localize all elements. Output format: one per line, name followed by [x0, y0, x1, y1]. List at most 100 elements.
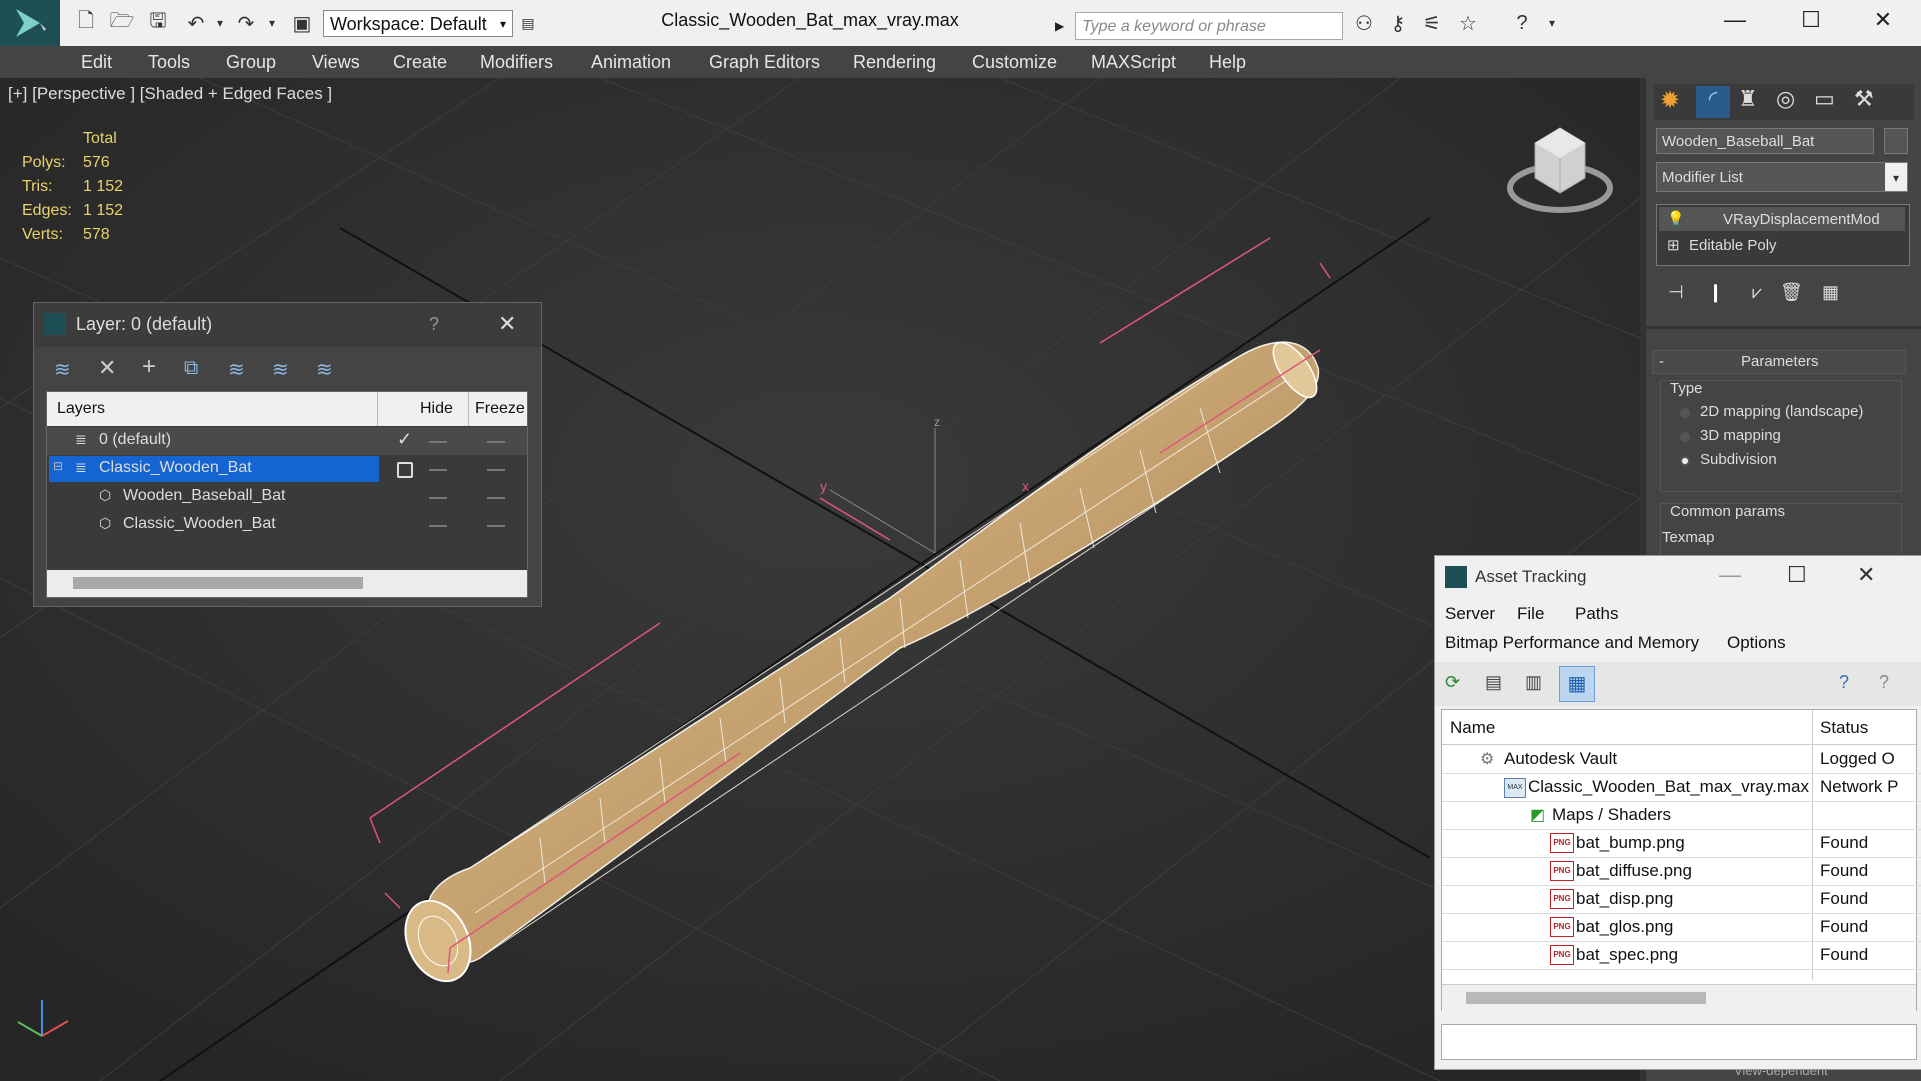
menu-group[interactable]: Group — [226, 46, 276, 78]
create-tab-icon[interactable]: ✹ — [1660, 86, 1680, 115]
scrollbar-thumb[interactable] — [1466, 992, 1706, 1004]
radio-subdivision[interactable] — [1680, 456, 1690, 466]
set-current-layer-checkbox[interactable] — [397, 462, 413, 478]
undo-dropdown-icon[interactable]: ▾ — [206, 9, 234, 37]
stack-item[interactable]: 💡 VRayDisplacementMod — [1659, 207, 1905, 231]
add-to-layer-icon[interactable]: + — [142, 353, 156, 381]
hide-toggle[interactable] — [429, 525, 447, 527]
help-button[interactable]: ? — [429, 314, 439, 335]
menu-paths[interactable]: Paths — [1575, 604, 1618, 624]
minimize-button[interactable]: — — [1700, 0, 1770, 40]
menu-bitmap-performance[interactable]: Bitmap Performance and Memory — [1445, 633, 1699, 653]
table-row[interactable]: ⚙ Autodesk Vault Logged O — [1442, 745, 1921, 774]
maximize-button[interactable]: ☐ — [1787, 562, 1807, 588]
new-file-icon[interactable]: 🗋 — [72, 9, 100, 37]
close-button[interactable]: ✕ — [1848, 0, 1918, 40]
column-freeze[interactable]: Freeze — [475, 400, 525, 418]
menu-file[interactable]: File — [1517, 604, 1544, 624]
collapse-icon[interactable]: ⊟ — [53, 459, 63, 473]
object-name-field[interactable]: Wooden_Baseball_Bat — [1656, 128, 1874, 154]
context-help-icon[interactable]: ? — [1879, 672, 1889, 693]
hide-toggle[interactable] — [429, 469, 447, 471]
workspace-selector[interactable]: Workspace: Default ▾ — [323, 10, 513, 37]
table-row[interactable]: ⬡ Classic_Wooden_Bat — [47, 511, 527, 539]
freeze-toggle[interactable] — [487, 441, 505, 443]
menu-server[interactable]: Server — [1445, 604, 1495, 624]
horizontal-scrollbar[interactable] — [1442, 984, 1916, 1011]
horizontal-scrollbar[interactable] — [47, 570, 527, 597]
expand-icon[interactable]: ⊞ — [1667, 236, 1680, 254]
menu-customize[interactable]: Customize — [972, 46, 1057, 78]
pin-stack-icon[interactable]: ⊣ — [1668, 282, 1684, 303]
project-folder-icon[interactable]: ▣ — [288, 9, 316, 37]
app-logo-button[interactable] — [0, 0, 60, 46]
menu-animation[interactable]: Animation — [591, 46, 671, 78]
table-row[interactable]: PNG bat_spec.png Found — [1442, 941, 1921, 970]
hide-all-layers-icon[interactable]: ≋ — [272, 357, 289, 382]
column-name[interactable]: Name — [1450, 718, 1495, 738]
menu-options[interactable]: Options — [1727, 633, 1786, 653]
table-row[interactable]: PNG bat_bump.png Found — [1442, 829, 1921, 858]
freeze-all-layers-icon[interactable]: ≋ — [316, 357, 333, 382]
make-unique-icon[interactable]: ⩗ — [1752, 282, 1762, 303]
viewport-label[interactable]: [+] [Perspective ] [Shaded + Edged Faces… — [8, 84, 332, 104]
close-icon[interactable]: ✕ — [498, 311, 516, 337]
modifier-list-dropdown[interactable]: Modifier List ▾ — [1656, 162, 1908, 192]
menu-help[interactable]: Help — [1209, 46, 1246, 78]
menu-edit[interactable]: Edit — [81, 46, 112, 78]
close-button[interactable]: ✕ — [1857, 562, 1875, 588]
hierarchy-tab-icon[interactable]: ♜ — [1738, 86, 1758, 112]
menu-maxscript[interactable]: MAXScript — [1091, 46, 1176, 78]
modify-tab-icon[interactable]: ◜ — [1696, 86, 1730, 118]
highlight-layer-icon[interactable]: ≋ — [228, 357, 245, 382]
remove-modifier-icon[interactable]: 🗑 — [1780, 282, 1803, 303]
menu-create[interactable]: Create — [393, 46, 447, 78]
workspace-menu-icon[interactable]: ▤ — [514, 9, 542, 37]
help-icon[interactable]: ? — [1508, 9, 1536, 37]
display-tab-icon[interactable]: ▭ — [1814, 86, 1835, 112]
search-input[interactable]: Type a keyword or phrase — [1075, 12, 1343, 40]
minimize-button[interactable]: — — [1719, 562, 1741, 588]
table-row[interactable]: ◩ Maps / Shaders — [1442, 801, 1921, 830]
list-view-icon[interactable]: ▤ — [1485, 672, 1502, 693]
table-row[interactable]: PNG bat_diffuse.png Found — [1442, 857, 1921, 886]
table-row[interactable]: ⬡ Wooden_Baseball_Bat — [47, 483, 527, 511]
help-icon[interactable]: ? — [1839, 672, 1849, 693]
key-icon[interactable]: ⚷ — [1384, 9, 1412, 37]
column-layers[interactable]: Layers — [57, 400, 105, 418]
parameters-rollout-header[interactable]: - Parameters — [1652, 350, 1906, 374]
tree-view-icon[interactable]: ▥ — [1525, 672, 1542, 693]
current-layer-check-icon[interactable]: ✓ — [397, 429, 412, 450]
refresh-icon[interactable]: ⟳ — [1445, 672, 1460, 693]
menu-graph-editors[interactable]: Graph Editors — [709, 46, 820, 78]
menu-views[interactable]: Views — [312, 46, 360, 78]
asset-path-field[interactable] — [1441, 1024, 1917, 1060]
communication-icon[interactable]: ⚟ — [1418, 9, 1446, 37]
hide-toggle[interactable] — [429, 497, 447, 499]
redo-dropdown-icon[interactable]: ▾ — [258, 9, 286, 37]
column-hide[interactable]: Hide — [420, 400, 453, 418]
configure-modifier-sets-icon[interactable]: ▦ — [1822, 282, 1839, 303]
binoculars-icon[interactable]: ⚇ — [1350, 9, 1378, 37]
star-icon[interactable]: ☆ — [1454, 9, 1482, 37]
maximize-button[interactable]: ☐ — [1776, 0, 1846, 40]
motion-tab-icon[interactable]: ◎ — [1776, 86, 1795, 112]
freeze-toggle[interactable] — [487, 525, 505, 527]
select-objects-icon[interactable]: ⧉ — [184, 357, 198, 380]
menu-tools[interactable]: Tools — [148, 46, 190, 78]
table-row[interactable]: PNG bat_glos.png Found — [1442, 913, 1921, 942]
column-status[interactable]: Status — [1820, 718, 1868, 738]
table-row[interactable]: PNG bat_disp.png Found — [1442, 885, 1921, 914]
stack-item[interactable]: ⊞ Editable Poly — [1659, 233, 1905, 257]
play-arrow-icon[interactable]: ▶ — [1055, 12, 1073, 40]
delete-layer-icon[interactable]: ✕ — [98, 355, 116, 381]
bulb-icon[interactable]: 💡 — [1667, 210, 1684, 227]
show-end-result-icon[interactable]: ❙ — [1708, 282, 1723, 303]
radio-3d-mapping[interactable] — [1680, 432, 1690, 442]
table-view-icon[interactable]: ▦ — [1559, 666, 1595, 702]
menu-modifiers[interactable]: Modifiers — [480, 46, 553, 78]
freeze-toggle[interactable] — [487, 497, 505, 499]
open-file-icon[interactable]: 🗁 — [108, 9, 136, 37]
radio-2d-mapping[interactable] — [1680, 408, 1690, 418]
table-row[interactable]: ≣ 0 (default) ✓ — [47, 427, 527, 455]
